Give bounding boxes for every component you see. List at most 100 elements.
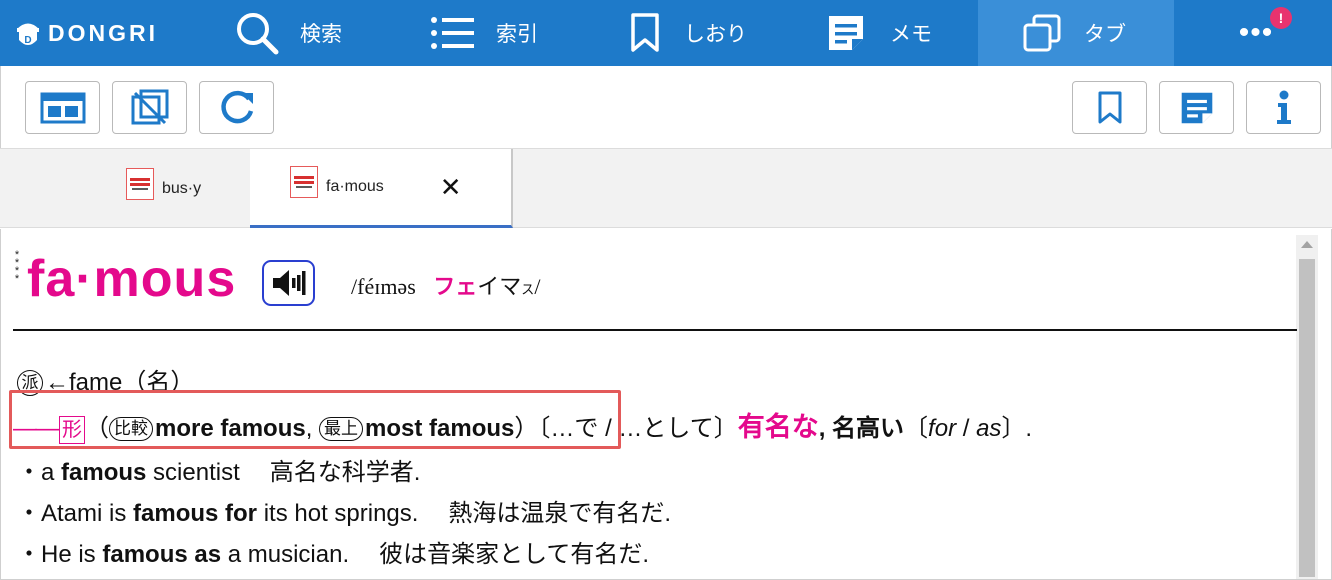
- sense-line: —— 形（比較 more famous, 最上 most famous）〔…で / ……: [13, 405, 1032, 444]
- pronunciation-kana-small: ス: [521, 282, 535, 297]
- example-en-bold: famous for: [133, 500, 258, 527]
- sense-close-paren: ）: [514, 415, 539, 442]
- part-of-speech-label: 形: [59, 416, 85, 444]
- speaker-icon: [272, 270, 305, 296]
- tab-bar: bus·y fa·mous ✕: [0, 148, 1332, 228]
- bookmark-icon: [1098, 91, 1121, 123]
- derivation-label: 派: [17, 370, 43, 396]
- memo-icon: [826, 13, 866, 53]
- dictionary-icon: [126, 167, 154, 200]
- memo-icon: [1181, 92, 1212, 123]
- refresh-icon: [220, 90, 253, 123]
- nav-memo[interactable]: メモ: [802, 0, 978, 66]
- sense-comma: ,: [305, 415, 320, 442]
- scrollbar[interactable]: [1296, 235, 1318, 579]
- usage-note: 〔…で / …として〕: [538, 415, 738, 442]
- example-bullet: ・: [17, 541, 41, 568]
- example-en-post: its hot springs.: [257, 500, 419, 527]
- example-en-bold: famous as: [102, 541, 222, 568]
- nav-tabs-label: タブ: [1084, 23, 1126, 46]
- pronunciation-ipa: /féɪməs: [351, 274, 416, 299]
- headword: fa·mous: [27, 250, 237, 308]
- example-en-post: scientist: [146, 459, 240, 486]
- info-button[interactable]: [1246, 81, 1321, 134]
- example-bullet: ・: [17, 459, 41, 486]
- scroll-up-arrow-icon[interactable]: [1301, 241, 1313, 248]
- example-ja: 高名な科学者.: [269, 459, 421, 486]
- nav-memo-label: メモ: [890, 23, 932, 46]
- top-navigation: D DONGRI 検索 索引 しおり メモ タブ ••• !: [0, 0, 1332, 66]
- acorn-icon: D: [17, 23, 39, 46]
- meaning-separator: ,: [818, 415, 833, 442]
- example-en-post: a musician.: [221, 541, 350, 568]
- nav-bookmarks-label: しおり: [684, 23, 747, 46]
- pronunciation-close: /: [534, 274, 541, 299]
- sense-open-paren: （: [85, 415, 109, 442]
- nav-search[interactable]: 検索: [210, 0, 410, 66]
- prep-close: 〕.: [1001, 415, 1033, 442]
- list-icon: [430, 15, 476, 51]
- sense-dash: ——: [13, 415, 59, 442]
- example-ja: 彼は音楽家として有名だ.: [379, 541, 650, 568]
- bookmark-icon: [630, 13, 660, 53]
- entry-header: **** fa·mous /féɪməs フェイマス/: [13, 245, 1297, 331]
- example-1: ・a famous scientist 高名な科学者.: [17, 452, 420, 487]
- close-tab-icon[interactable]: ✕: [440, 174, 462, 200]
- nav-index-label: 索引: [496, 23, 538, 46]
- tab-busy[interactable]: bus·y: [126, 149, 250, 228]
- search-icon: [234, 10, 280, 56]
- superlative-label: 最上: [319, 417, 364, 441]
- dictionary-icon: [290, 166, 318, 198]
- tabs-icon: [1022, 13, 1062, 53]
- refresh-button[interactable]: [199, 81, 274, 134]
- frequency-stars-text: ****: [14, 249, 20, 285]
- layout-button[interactable]: [25, 81, 100, 134]
- tab-famous[interactable]: fa·mous ✕: [250, 149, 513, 228]
- frequency-stars: ****: [13, 249, 21, 285]
- scrollbar-thumb[interactable]: [1299, 259, 1315, 577]
- nav-search-label: 検索: [300, 23, 342, 46]
- example-en-pre: Atami is: [41, 500, 134, 527]
- tab-famous-label: fa·mous: [326, 178, 384, 195]
- superlative-form: most famous: [365, 415, 515, 442]
- example-ja: 熱海は温泉で有名だ.: [448, 500, 672, 527]
- window-toggle-button[interactable]: [112, 81, 187, 134]
- example-3: ・He is famous as a musician. 彼は音楽家として有名だ.: [17, 534, 649, 569]
- notification-badge: !: [1270, 7, 1292, 29]
- prep-as: as: [976, 415, 1002, 442]
- pronunciation: /féɪməs フェイマス/: [351, 269, 540, 301]
- example-en-bold: famous: [61, 459, 147, 486]
- example-bullet: ・: [17, 500, 41, 527]
- comparative-form: more famous: [155, 415, 306, 442]
- window-icon: [131, 89, 168, 124]
- prep-slash: /: [956, 415, 977, 442]
- add-bookmark-button[interactable]: [1072, 81, 1147, 134]
- prep-open: 〔: [904, 415, 929, 442]
- pronunciation-audio-button[interactable]: [262, 260, 315, 306]
- example-2: ・Atami is famous for its hot springs. 熱海は…: [17, 493, 671, 528]
- pronunciation-kana-stress: フェ: [433, 274, 478, 299]
- pronunciation-kana: イマ: [477, 274, 522, 299]
- brand-logo[interactable]: D DONGRI: [0, 0, 210, 66]
- derivation-text: ←fame（名）: [45, 369, 195, 396]
- nav-tabs[interactable]: タブ: [978, 0, 1174, 66]
- example-en-pre: He is: [41, 541, 103, 568]
- add-memo-button[interactable]: [1159, 81, 1234, 134]
- toolbar: [0, 66, 1332, 148]
- comparative-label: 比較: [109, 417, 153, 441]
- example-en-pre: a: [41, 459, 62, 486]
- prep-for: for: [928, 415, 957, 442]
- derivation-line: 派 ←fame（名）: [17, 362, 194, 397]
- layout-icon: [40, 92, 85, 123]
- meaning-main: 有名な: [737, 412, 819, 442]
- svg-text:D: D: [24, 35, 31, 46]
- info-icon: [1276, 90, 1291, 124]
- brand-name: DONGRI: [48, 19, 158, 46]
- more-menu-button[interactable]: ••• !: [1174, 0, 1332, 66]
- dictionary-entry: **** fa·mous /féɪməs フェイマス/ 派 ←fame（名） ——…: [0, 229, 1332, 580]
- nav-index[interactable]: 索引: [410, 0, 606, 66]
- meaning-alt: 名高い: [832, 415, 905, 442]
- more-icon: •••: [1238, 16, 1274, 49]
- nav-bookmarks[interactable]: しおり: [606, 0, 802, 66]
- tab-busy-label: bus·y: [162, 179, 202, 197]
